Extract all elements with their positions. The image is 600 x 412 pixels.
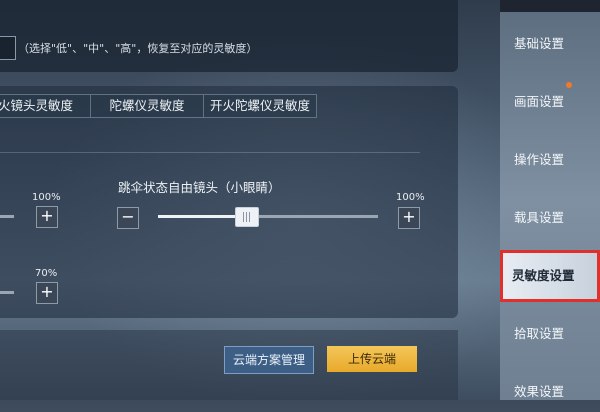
tab-gyro-sensitivity[interactable]: 陀螺仪灵敏度: [91, 94, 204, 118]
sidebar-item-basic[interactable]: 基础设置: [500, 24, 600, 64]
notification-dot: [566, 82, 572, 88]
sidebar-item-sensitivity[interactable]: 灵敏度设置: [500, 250, 600, 302]
tab-scope-sensitivity[interactable]: 火镜头灵敏度: [0, 94, 91, 118]
parachute-freelook-percent: 100%: [396, 192, 425, 203]
cloud-scheme-manage-button[interactable]: 云端方案管理: [224, 346, 314, 374]
sensitivity-panel: [0, 86, 458, 318]
left-row2-plus-button[interactable]: +: [36, 282, 58, 304]
parachute-freelook-slider-fill: [158, 215, 246, 218]
tab-fire-gyro-sensitivity[interactable]: 开火陀螺仪灵敏度: [204, 94, 317, 118]
left-row2-slider-track[interactable]: [0, 291, 14, 294]
left-row1-slider-track[interactable]: [0, 215, 14, 218]
parachute-freelook-minus-button[interactable]: −: [117, 207, 139, 229]
sidebar-item-controls[interactable]: 操作设置: [500, 140, 600, 180]
left-row1-plus-button[interactable]: +: [36, 206, 58, 228]
sidebar-top-strip: [500, 0, 600, 12]
sidebar-item-graphics[interactable]: 画面设置: [500, 82, 600, 122]
sidebar-item-vehicle[interactable]: 载具设置: [500, 198, 600, 238]
parachute-freelook-plus-button[interactable]: +: [398, 207, 420, 229]
divider: [0, 152, 420, 153]
parachute-freelook-slider-thumb[interactable]: [235, 207, 259, 227]
left-row2-percent: 70%: [35, 268, 58, 279]
sensitivity-tabs: 火镜头灵敏度 陀螺仪灵敏度 开火陀螺仪灵敏度: [0, 94, 317, 118]
sidebar-item-pickup[interactable]: 拾取设置: [500, 314, 600, 354]
preset-hint: （选择"低"、"中"、"高"，恢复至对应的灵敏度）: [18, 42, 258, 55]
preset-panel: [0, 0, 458, 72]
left-row1-percent: 100%: [32, 192, 61, 203]
upload-cloud-button[interactable]: 上传云端: [327, 346, 417, 372]
preset-selector[interactable]: [0, 36, 16, 60]
sidebar-item-effects[interactable]: 效果设置: [500, 372, 600, 412]
parachute-freelook-label: 跳伞状态自由镜头（小眼睛）: [118, 180, 281, 195]
